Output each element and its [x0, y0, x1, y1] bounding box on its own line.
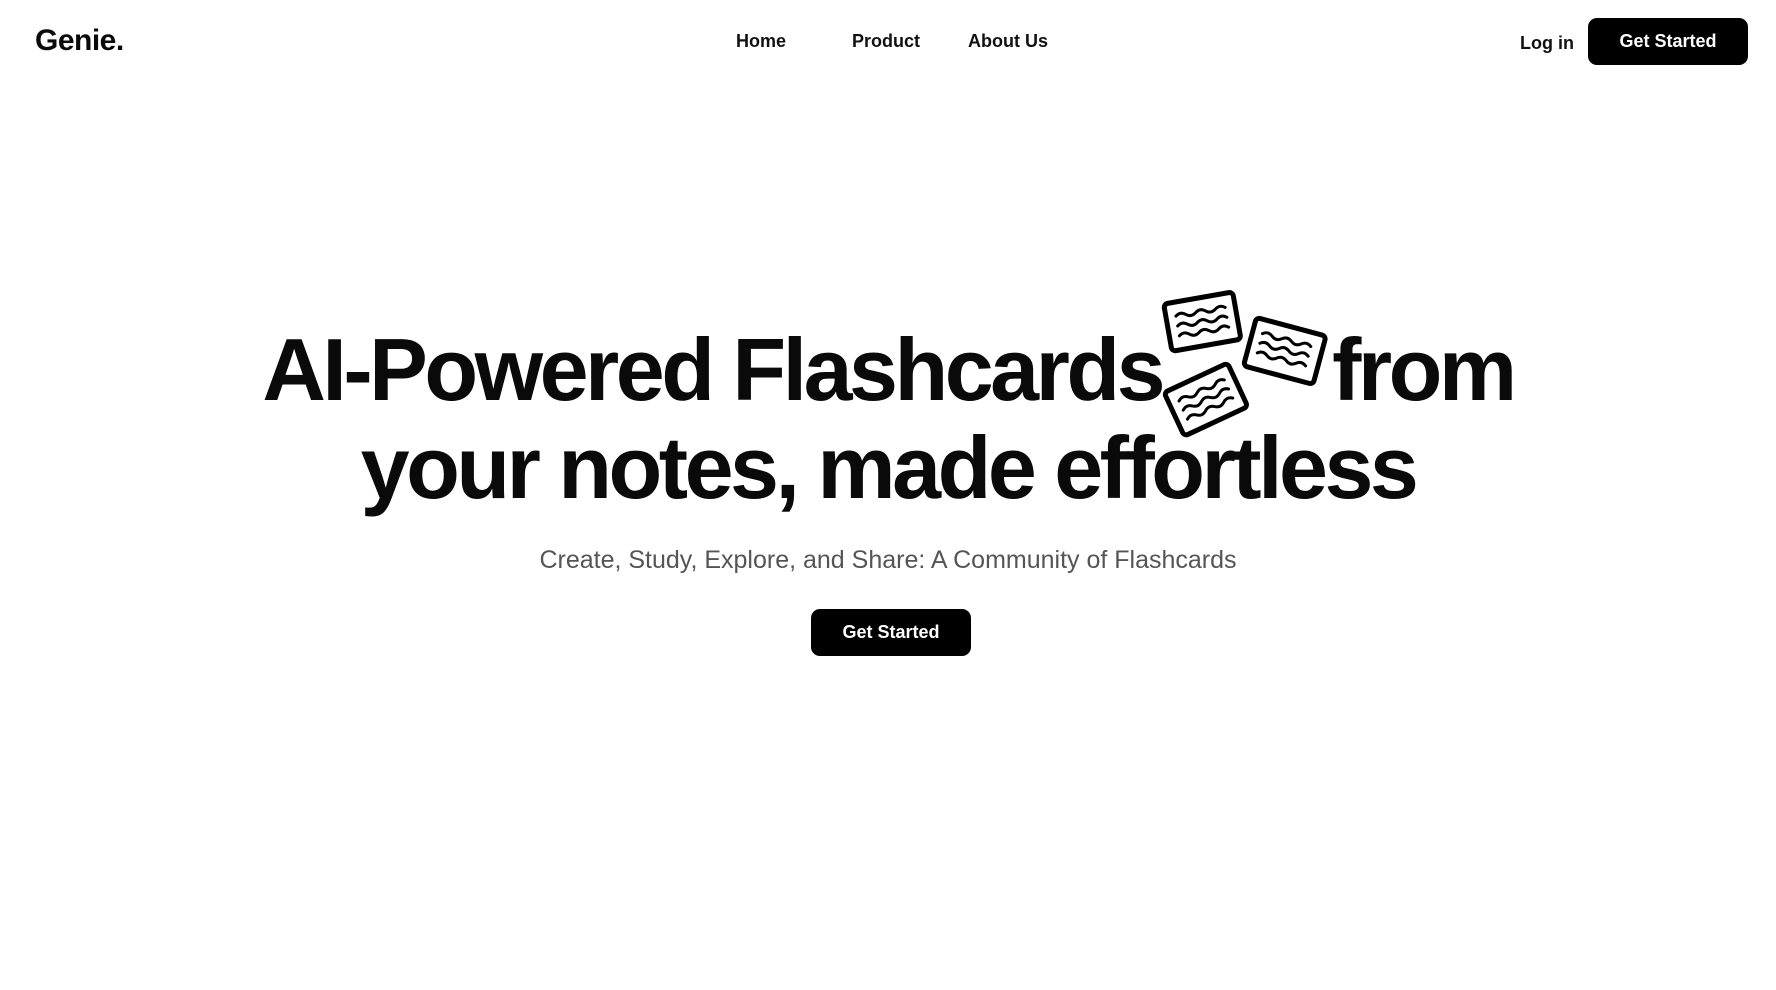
hero-headline-part1: AI-Powered Flashcards	[262, 320, 1165, 419]
nav-links: Home Product About Us	[0, 31, 1776, 57]
hero-get-started-button[interactable]: Get Started	[811, 609, 971, 656]
top-navbar: Genie. Home Product About Us Log in Get …	[0, 0, 1776, 86]
hero-subtitle: Create, Study, Explore, and Share: A Com…	[539, 546, 1237, 574]
hero-headline-line1: AI-Powered Flashcards from	[0, 326, 1776, 414]
nav-about-link[interactable]: About Us	[968, 31, 1048, 52]
hero-headline-part2: from	[1332, 320, 1517, 419]
nav-get-started-button[interactable]: Get Started	[1588, 18, 1748, 65]
hero-headline-line2: your notes, made effortless	[360, 418, 1419, 517]
nav-home-link[interactable]: Home	[736, 31, 786, 52]
nav-product-link[interactable]: Product	[852, 31, 920, 52]
login-link[interactable]: Log in	[1520, 33, 1574, 54]
